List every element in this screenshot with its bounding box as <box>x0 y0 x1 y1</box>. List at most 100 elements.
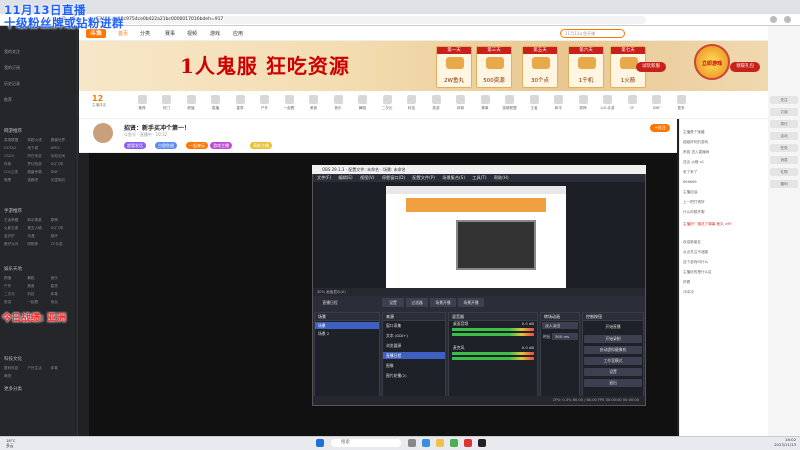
sidebar-cat[interactable]: 天涯明月 <box>51 178 74 183</box>
sidebar-cat[interactable]: 逃跑吧 <box>27 178 50 183</box>
category-item[interactable]: 颜值 <box>179 95 203 111</box>
nav-item[interactable]: 视频 <box>187 30 197 37</box>
sidebar-item[interactable]: 我的订阅 <box>4 64 20 72</box>
source-item[interactable]: 文本 (GDI+) <box>383 332 445 339</box>
scene-item[interactable]: 场景 <box>315 322 379 329</box>
sidebar-cat[interactable]: 崩坏 <box>51 234 74 239</box>
sidebar-cat[interactable]: DNF <box>51 170 74 175</box>
transition-select[interactable]: 淡入淡出 <box>542 322 578 329</box>
exit-button[interactable]: 退出 <box>584 379 642 387</box>
menu-icon[interactable] <box>784 16 791 23</box>
rightbar-item[interactable]: 任务 <box>770 144 798 152</box>
sidebar-cat[interactable]: 电台 <box>51 300 74 305</box>
category-item[interactable]: CF <box>620 95 644 110</box>
start-recording-button[interactable]: 开始录制 <box>584 335 642 343</box>
sidebar-cat[interactable]: 地下城 <box>27 146 50 151</box>
category-item[interactable]: 原神 <box>571 95 595 111</box>
category-item[interactable]: 更多 <box>669 95 693 111</box>
start-icon[interactable] <box>316 439 324 447</box>
claim-gift-button[interactable]: 领取礼包 <box>730 62 760 72</box>
stream-tag[interactable]: 一起来玩 <box>186 142 208 149</box>
category-item[interactable]: 推荐 <box>130 95 154 111</box>
stream-tag[interactable]: 超管发话 <box>124 142 146 149</box>
sidebar-cat[interactable]: 体育 <box>51 366 74 371</box>
play-now-button[interactable]: 立即游戏 <box>694 44 730 80</box>
category-item[interactable]: 美食 <box>302 95 326 111</box>
clock[interactable]: 16:02 2023/11/13 <box>770 437 796 447</box>
category-item[interactable]: 星秀 <box>228 95 252 111</box>
app-icon[interactable] <box>464 439 472 447</box>
sidebar-cat[interactable]: 户外生活 <box>27 366 50 371</box>
settings-button[interactable]: 设置 <box>382 298 404 307</box>
obs-menubar[interactable]: 文件(F) 编辑(E) 视图(V) 停靠窗口(D) 配置文件(P) 场景集合(S… <box>313 174 645 182</box>
address-bar[interactable]: ...52431-4b55c9754ce0b422a21bc0000017016… <box>86 16 646 24</box>
category-item[interactable]: 体育 <box>449 95 473 111</box>
task-view-icon[interactable] <box>408 439 416 447</box>
source-item[interactable]: 图片轮播(2) <box>383 372 445 379</box>
sidebar-cat[interactable]: 一起看 <box>27 300 50 305</box>
sidebar-cat[interactable]: 英雄联盟 <box>4 138 27 143</box>
category-item[interactable]: 赛事 <box>473 95 497 111</box>
duration-input[interactable]: 300 ms <box>552 333 578 340</box>
start-stream-button[interactable]: 开始直播 <box>584 323 642 331</box>
category-item[interactable]: 王者 <box>522 95 546 111</box>
category-item[interactable]: 和平 <box>547 95 571 111</box>
category-item[interactable]: DNF <box>645 95 669 110</box>
nav-item[interactable]: 分类 <box>140 30 150 37</box>
sidebar-cat[interactable]: 户外 <box>4 284 27 289</box>
stream-tag[interactable]: 白银鱼翅 <box>155 142 177 149</box>
filters-button[interactable]: 过滤器 <box>406 298 428 307</box>
sidebar-cat[interactable]: QQ飞车 <box>51 226 74 231</box>
weather-widget[interactable]: 18°C 多云 <box>6 438 15 448</box>
category-item[interactable]: 科技 <box>400 95 424 111</box>
nav-item[interactable]: 游戏 <box>210 30 220 37</box>
sidebar-cat[interactable]: 音乐 <box>51 276 74 281</box>
source-item[interactable]: 窗口采集 <box>383 322 445 329</box>
sidebar-cat[interactable]: 颜值 <box>4 276 27 281</box>
sidebar-cat[interactable]: LOL云顶 <box>4 170 27 175</box>
sidebar-cat[interactable]: 美食 <box>27 284 50 289</box>
source-item[interactable]: 图像 <box>383 362 445 369</box>
rightbar-item[interactable]: 礼物 <box>770 168 798 176</box>
scene-button[interactable]: 场景开播 <box>458 298 484 307</box>
category-item[interactable]: 旅游 <box>424 95 448 111</box>
scene-item[interactable]: 场景 2 <box>315 330 379 337</box>
sidebar-cat[interactable]: 科技 <box>27 292 50 297</box>
extensions-icon[interactable] <box>770 16 777 23</box>
sidebar-cat[interactable]: 梦幻西游 <box>27 162 50 167</box>
edge-icon[interactable] <box>422 439 430 447</box>
stream-tag[interactable]: 萌新主播 <box>250 142 272 149</box>
rightbar-item[interactable]: 排行 <box>770 120 798 128</box>
category-item[interactable]: 户外 <box>253 95 277 111</box>
sidebar-cat[interactable]: 炉石传说 <box>27 154 50 159</box>
category-item[interactable]: 二次元 <box>375 95 399 111</box>
avatar[interactable] <box>93 123 113 143</box>
nav-item[interactable]: 首页 <box>118 30 128 37</box>
sidebar-cat[interactable]: 第五人格 <box>27 226 50 231</box>
sidebar-cat[interactable]: 星秀 <box>51 284 74 289</box>
rightbar-item[interactable]: 活动 <box>770 132 798 140</box>
sidebar-cat[interactable]: DOTA2 <box>4 146 27 151</box>
virtual-camera-button[interactable]: 启动虚拟摄像机 <box>584 346 642 354</box>
sidebar-cat[interactable]: 蛋仔派对 <box>4 242 27 247</box>
sidebar-cat[interactable]: 萌宠 <box>4 374 27 379</box>
source-item[interactable]: 浏览器源 <box>383 342 445 349</box>
category-item[interactable]: LOL手游 <box>596 95 620 111</box>
category-item[interactable]: 一起看 <box>277 95 301 111</box>
rightbar-item[interactable]: 关注 <box>770 96 798 104</box>
settings-button[interactable]: 设置 <box>584 368 642 376</box>
chrome-icon[interactable] <box>450 439 458 447</box>
rank-box[interactable]: 12 主播排名 <box>92 94 122 116</box>
sidebar-cat[interactable]: 旅游 <box>4 300 27 305</box>
sidebar-cat[interactable]: 原神 <box>51 218 74 223</box>
scene-button[interactable]: 场景开播 <box>430 298 456 307</box>
sidebar-cat[interactable]: 舞蹈 <box>27 276 50 281</box>
taskbar-search[interactable]: 搜索 <box>331 439 401 447</box>
rightbar-item[interactable]: 消息 <box>770 156 798 164</box>
sidebar-cat[interactable]: 穿越火线 <box>27 138 50 143</box>
sidebar-cat[interactable]: 光遇 <box>27 234 50 239</box>
category-item[interactable]: 音乐 <box>326 95 350 111</box>
explorer-icon[interactable] <box>436 439 444 447</box>
sidebar-cat[interactable]: QQ飞车 <box>51 162 74 167</box>
nav-item[interactable]: 应用 <box>233 30 243 37</box>
